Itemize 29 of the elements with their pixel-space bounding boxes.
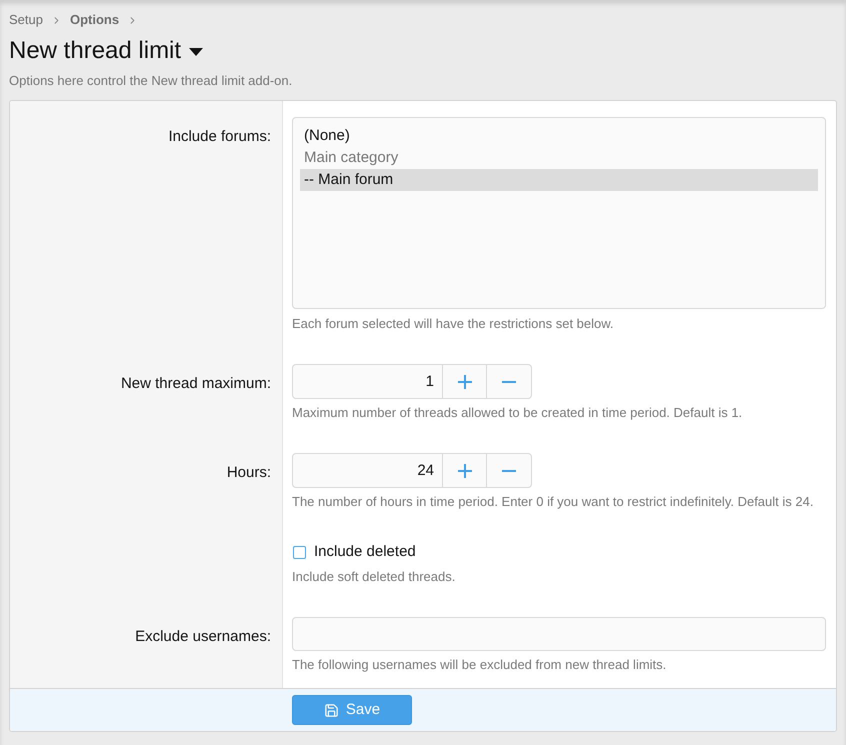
increment-button[interactable]: [443, 364, 487, 399]
decrement-button[interactable]: [487, 364, 532, 399]
plus-icon: [458, 374, 472, 388]
field-label: Hours:: [226, 464, 271, 481]
number-input[interactable]: 1: [292, 364, 443, 399]
field-hint: Maximum number of threads allowed to be created in time period. Default is 1.: [292, 404, 744, 422]
minus-icon: [502, 380, 516, 382]
page-description: Options here control the New thread limit add-on.: [9, 72, 294, 90]
caret-down-icon[interactable]: [189, 48, 204, 56]
decrement-button[interactable]: [487, 453, 532, 488]
text-input[interactable]: [292, 617, 826, 651]
listbox-option[interactable]: -- Main forum: [300, 169, 818, 191]
field-label: Exclude usernames:: [135, 628, 271, 645]
field-hint: The following usernames will be excluded from new thread limits.: [292, 656, 668, 674]
checkbox[interactable]: [293, 546, 306, 558]
field-label: Include forums:: [168, 128, 271, 145]
field-hint: The number of hours in time period. Enter 0 if you want to restrict indefinitely. Default is 24.: [292, 493, 814, 511]
checkbox-label[interactable]: Include deleted: [314, 542, 416, 562]
field-hint: Each forum selected will have the restrictions set below.: [292, 315, 615, 333]
field-label: New thread maximum:: [120, 375, 271, 392]
plus-icon: [458, 464, 472, 478]
number-input[interactable]: 24: [292, 453, 443, 488]
minus-icon: [502, 470, 516, 472]
listbox-option[interactable]: (None): [300, 125, 818, 147]
increment-button[interactable]: [443, 453, 487, 488]
breadcrumb-link[interactable]: Options: [70, 12, 120, 28]
page-title: New thread limit: [9, 36, 182, 66]
breadcrumb-link[interactable]: Setup: [9, 12, 43, 28]
field-hint: Include soft deleted threads.: [292, 568, 456, 586]
